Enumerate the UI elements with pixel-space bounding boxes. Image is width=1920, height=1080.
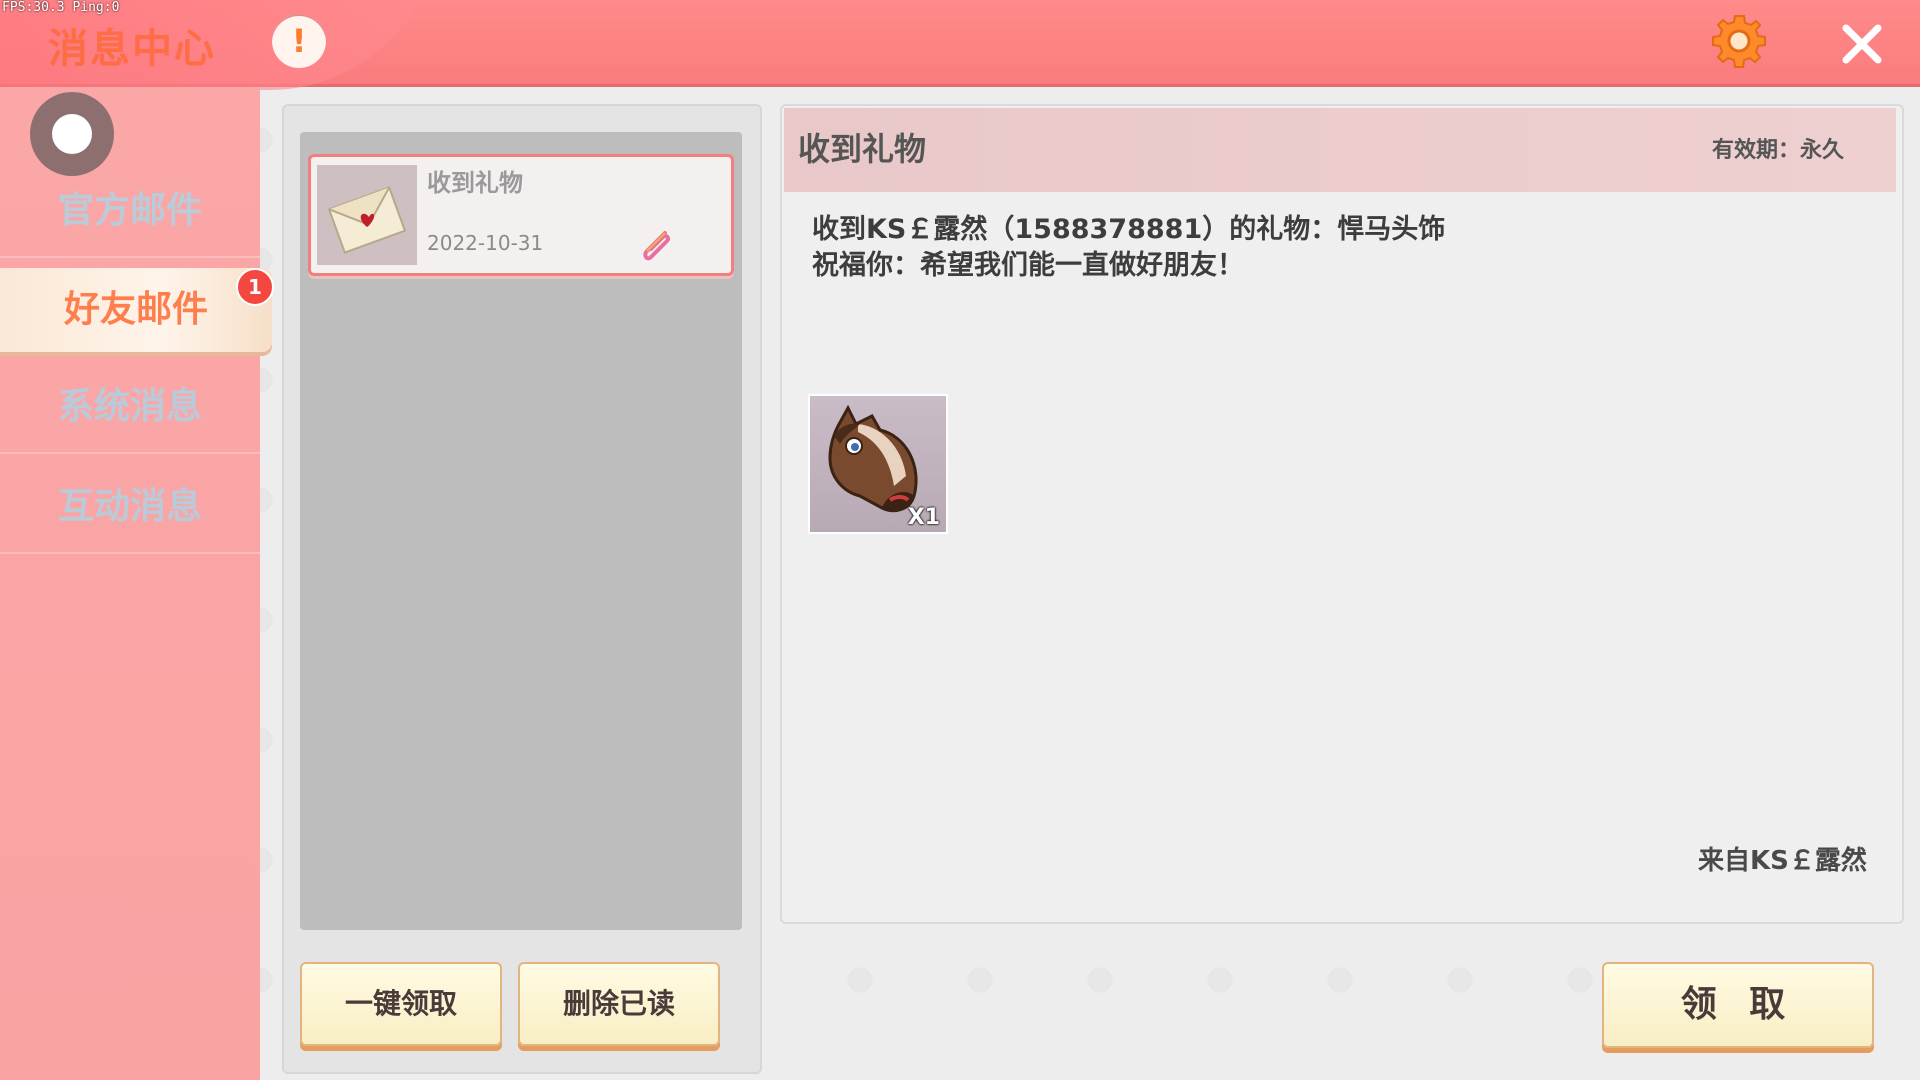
- avatar-dot: [52, 114, 92, 154]
- top-bar: FPS:30.3 Ping:0 消息中心 !: [0, 0, 1920, 90]
- close-icon[interactable]: [1838, 20, 1886, 68]
- sidebar-item-official-mail[interactable]: 官方邮件: [0, 166, 260, 258]
- mail-item-title: 收到礼物: [427, 169, 523, 197]
- gear-icon[interactable]: [1710, 12, 1768, 70]
- mail-item-date: 2022-10-31: [427, 231, 544, 255]
- mail-body-line-2: 祝福你：希望我们能一直做好朋友！: [812, 250, 1244, 281]
- mail-sender: 来自KS￡露然: [1698, 846, 1867, 876]
- claim-button[interactable]: 领 取: [1602, 962, 1874, 1048]
- validity-label: 有效期：永久: [1712, 138, 1845, 163]
- avatar[interactable]: [30, 92, 114, 176]
- mail-list-item[interactable]: 收到礼物 2022-10-31: [308, 154, 734, 276]
- page-title: 消息中心: [48, 26, 216, 72]
- sidebar-item-friend-mail[interactable]: 好友邮件: [0, 268, 272, 352]
- fps-readout: FPS:30.3 Ping:0: [2, 0, 120, 15]
- mail-body: 收到KS￡露然（1588378881）的礼物：悍马头饰 祝福你：希望我们能一直做…: [812, 212, 1445, 284]
- attachment-icon: [643, 231, 671, 261]
- info-button[interactable]: !: [272, 14, 326, 68]
- gift-item[interactable]: X1: [808, 394, 948, 534]
- mail-body-line-1: 收到KS￡露然（1588378881）的礼物：悍马头饰: [812, 214, 1446, 245]
- claim-all-button[interactable]: 一键领取: [300, 962, 502, 1046]
- unread-badge: 1: [236, 268, 274, 306]
- sidebar-item-system-messages[interactable]: 系统消息: [0, 362, 260, 454]
- envelope-icon: [317, 165, 417, 265]
- gift-count: X1: [907, 505, 940, 530]
- mail-detail-title: 收到礼物: [798, 130, 927, 168]
- delete-read-button[interactable]: 删除已读: [518, 962, 720, 1046]
- sidebar-item-interactive-messages[interactable]: 互动消息: [0, 462, 260, 554]
